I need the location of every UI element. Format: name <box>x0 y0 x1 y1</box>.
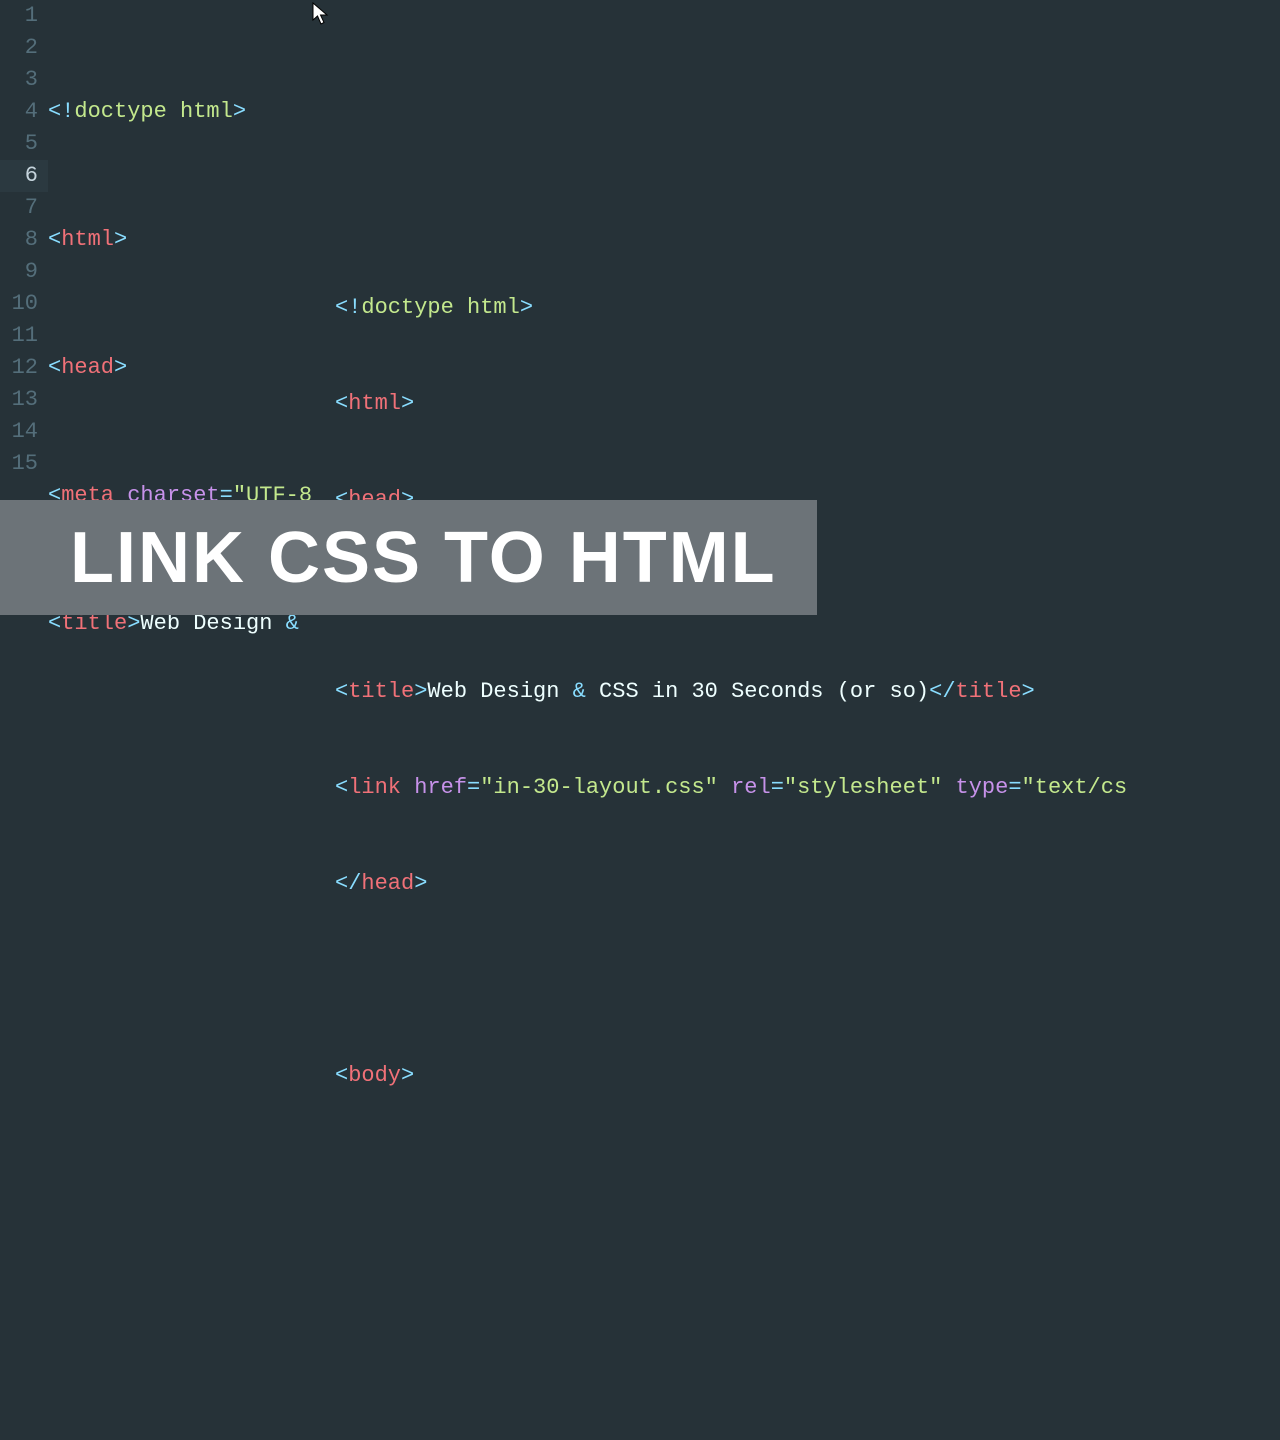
code-line[interactable] <box>313 964 1280 996</box>
line-number: 9 <box>0 256 38 288</box>
secondary-editor-pane[interactable]: <!doctype html> <html> <head> <meta char… <box>313 228 1280 1440</box>
line-number: 14 <box>0 416 38 448</box>
code-line[interactable]: <!doctype html> <box>313 292 1280 324</box>
line-number: 15 <box>0 448 38 480</box>
title-banner-text: LINK CSS TO HTML <box>70 542 777 574</box>
code-line[interactable]: <!doctype html> <box>48 96 1280 128</box>
line-number: 4 <box>0 96 38 128</box>
line-number-active: 6 <box>0 160 38 192</box>
line-number: 10 <box>0 288 38 320</box>
line-number: 1 <box>0 0 38 32</box>
code-line[interactable]: <link href="in-30-layout.css" rel="style… <box>313 772 1280 804</box>
line-number: 7 <box>0 192 38 224</box>
code-line[interactable]: </head> <box>313 868 1280 900</box>
code-line[interactable]: <html> <box>313 388 1280 420</box>
line-number: 8 <box>0 224 38 256</box>
line-number: 2 <box>0 32 38 64</box>
code-line[interactable]: <title>Web Design & CSS in 30 Seconds (o… <box>313 676 1280 708</box>
line-number: 13 <box>0 384 38 416</box>
code-line[interactable] <box>313 1156 1280 1188</box>
line-number: 11 <box>0 320 38 352</box>
line-number: 3 <box>0 64 38 96</box>
title-banner: LINK CSS TO HTML <box>0 500 817 615</box>
code-line[interactable] <box>313 1252 1280 1284</box>
line-number: 5 <box>0 128 38 160</box>
code-line[interactable] <box>313 1348 1280 1380</box>
line-number: 12 <box>0 352 38 384</box>
code-line[interactable]: <body> <box>313 1060 1280 1092</box>
